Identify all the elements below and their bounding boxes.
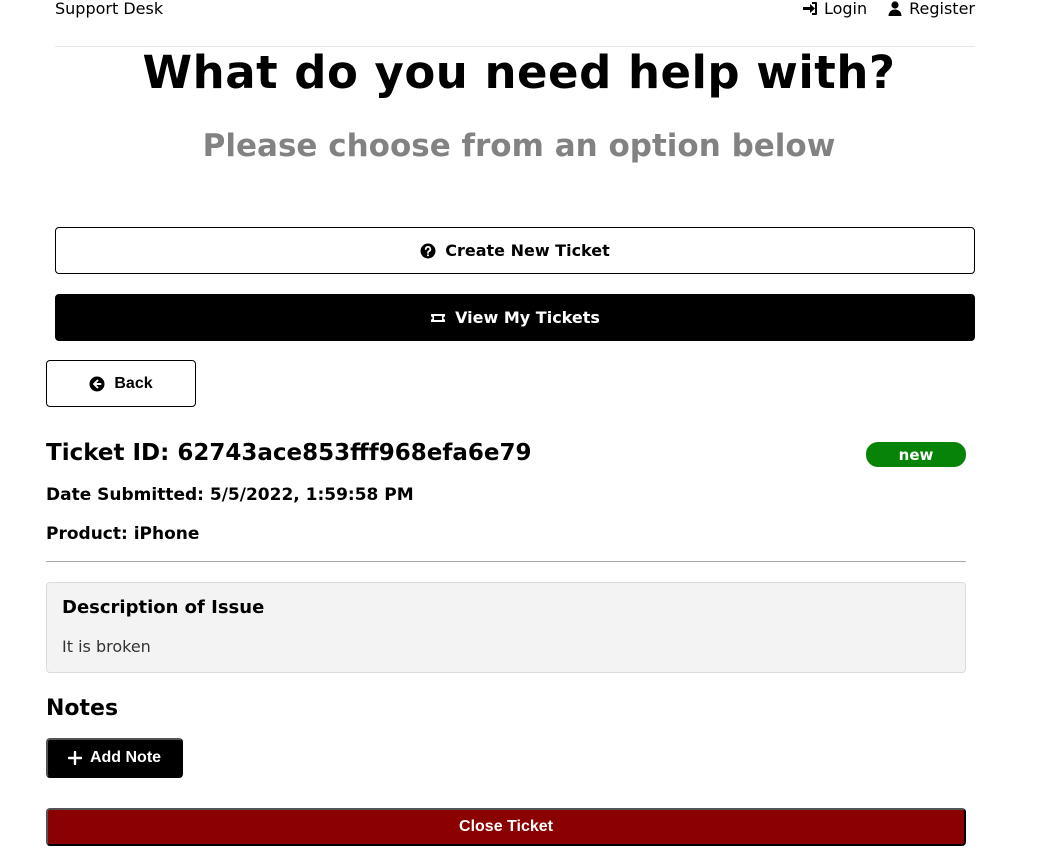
register-link[interactable]: Register — [887, 0, 975, 18]
login-link[interactable]: Login — [802, 0, 867, 18]
page-subtitle: Please choose from an option below — [202, 128, 836, 164]
add-note-label: Add Note — [89, 749, 162, 766]
ticket-icon — [431, 313, 446, 322]
page: Support Desk Login Register What do you … — [0, 0, 1038, 849]
user-icon — [888, 1, 902, 16]
question-circle-icon — [420, 243, 436, 258]
plus-icon — [67, 751, 82, 765]
login-label: Login — [823, 0, 868, 18]
sign-in-icon — [802, 2, 817, 15]
description-box: Description of Issue It is broken — [46, 582, 966, 673]
product: Product: iPhone — [46, 524, 200, 544]
arrow-circle-left-icon — [89, 376, 105, 391]
register-label: Register — [909, 0, 975, 18]
close-ticket-button[interactable]: Close Ticket — [46, 808, 966, 846]
ticket-header: Ticket ID: 62743ace853fff968efa6e79 new … — [46, 438, 966, 562]
create-ticket-button[interactable]: Create New Ticket — [55, 227, 975, 274]
status-badge: new — [866, 442, 966, 467]
logo-link[interactable]: Support Desk — [55, 0, 163, 18]
back-label: Back — [114, 374, 153, 392]
page-title: What do you need help with? — [142, 46, 896, 99]
date-submitted: Date Submitted: 5/5/2022, 1:59:58 PM — [46, 485, 414, 505]
view-tickets-label: View My Tickets — [455, 308, 600, 327]
add-note-button[interactable]: Add Note — [46, 738, 183, 778]
notes-heading: Notes — [46, 696, 119, 721]
description-text: It is broken — [62, 637, 151, 656]
view-tickets-button[interactable]: View My Tickets — [55, 294, 975, 341]
description-heading: Description of Issue — [62, 597, 265, 618]
site-header: Support Desk Login Register — [55, 0, 975, 47]
ticket-id: Ticket ID: 62743ace853fff968efa6e79 — [46, 440, 532, 466]
create-ticket-label: Create New Ticket — [445, 241, 610, 260]
top-nav: Login Register — [802, 0, 975, 18]
back-button[interactable]: Back — [46, 360, 196, 407]
